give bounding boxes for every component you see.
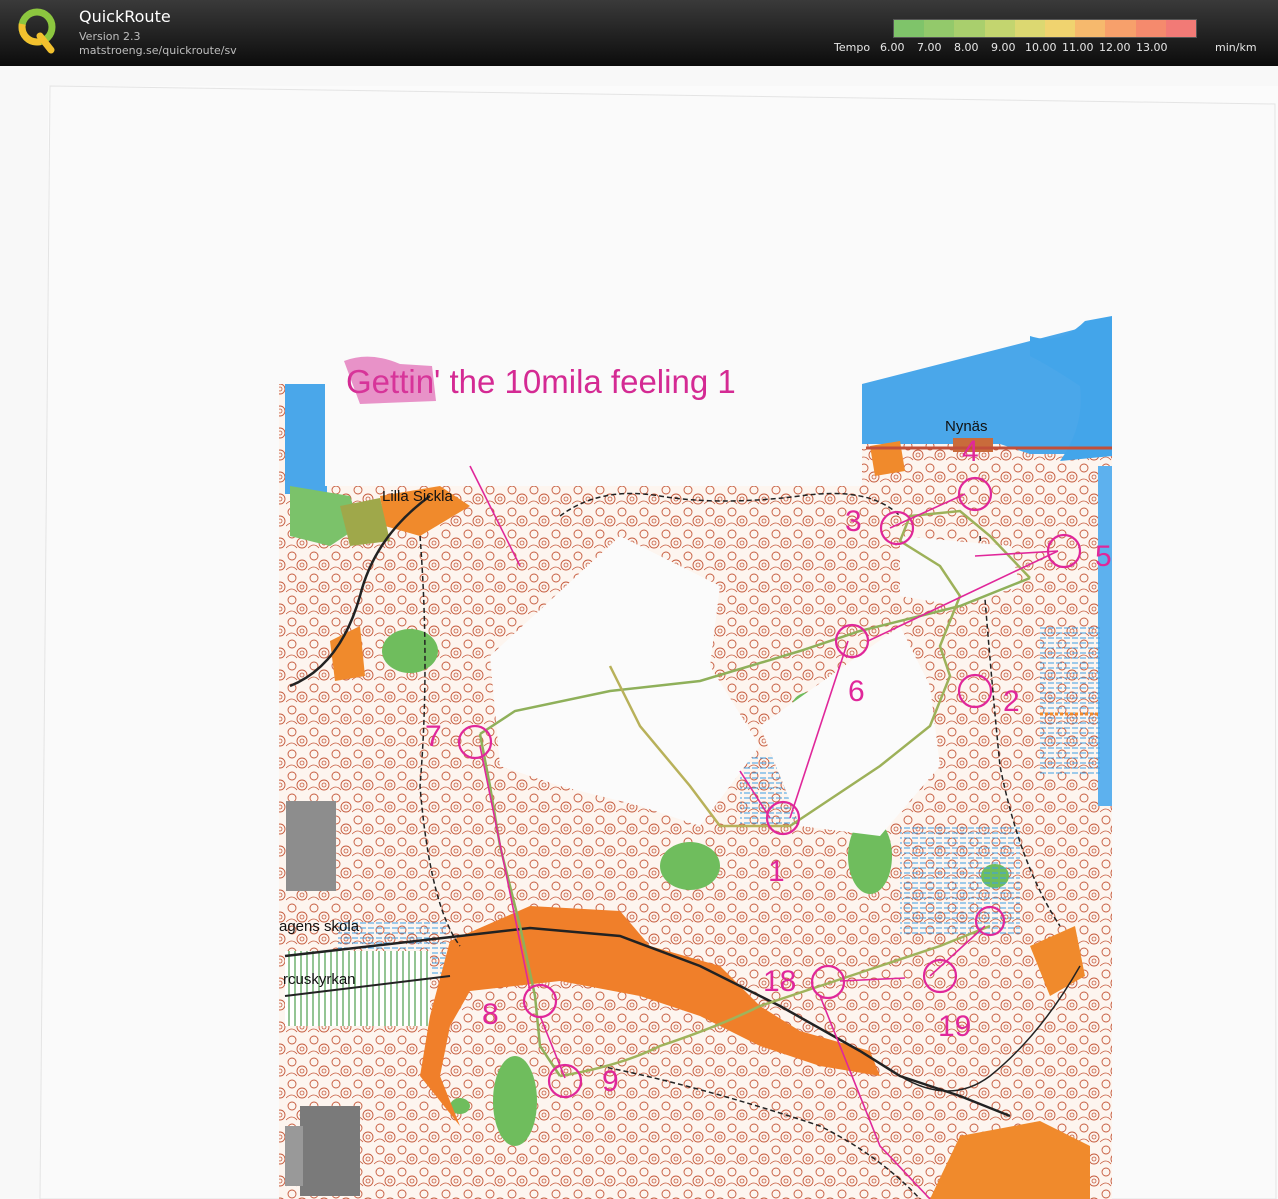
place-name-school: agens skola [279,918,360,935]
place-name-church: rcuskyrkan [283,971,356,988]
tempo-color-scale [893,19,1197,38]
tempo-scale-segment [1014,20,1046,37]
place-name-nynas: Nynäs [945,418,988,435]
tempo-tick: 7.00 [917,41,942,54]
control-number: 18 [763,965,796,998]
tempo-tick: 12.00 [1099,41,1131,54]
tempo-tick: 9.00 [991,41,1016,54]
control-number: 8 [482,998,499,1031]
control-number: 3 [845,505,862,538]
tempo-scale-segment [924,20,955,37]
app-header: QuickRoute Version 2.3 matstroeng.se/qui… [0,0,1278,66]
buildings [286,801,336,891]
control-number: 19 [938,1010,971,1043]
tempo-scale-segment [1135,20,1166,37]
tempo-scale-segment [1105,20,1136,37]
control-number: 2 [1003,685,1020,718]
control-number: 1 [768,855,785,888]
app-version: Version 2.3 [79,30,141,43]
control-number: 7 [425,720,442,753]
tempo-tick: 8.00 [954,41,979,54]
tempo-scale-segment [1165,20,1197,37]
app-name: QuickRoute [79,7,171,26]
orienteering-map[interactable]: 1 2 3 4 5 6 7 8 9 18 19 Gettin' the 10mi… [0,66,1278,1199]
tempo-tick: 13.00 [1136,41,1168,54]
control-number: 6 [848,675,865,708]
tempo-scale-segment [984,20,1015,37]
tempo-tick: 6.00 [880,41,905,54]
control-number: 9 [602,1065,619,1098]
tempo-unit: min/km [1215,41,1257,54]
tempo-scale-segment [1045,20,1076,37]
tempo-scale-segment [954,20,985,37]
tempo-tick: 11.00 [1062,41,1094,54]
tempo-tick: 10.00 [1025,41,1057,54]
control-number: 5 [1095,540,1112,573]
control-number: 4 [962,435,979,468]
tempo-scale-segment [1075,20,1106,37]
tempo-label: Tempo [834,41,871,54]
app-url: matstroeng.se/quickroute/sv [79,44,237,57]
quickroute-logo-icon [18,8,56,54]
place-name-lilla-sickla: Lilla Sickla [382,488,454,505]
tempo-scale-segment [894,20,925,37]
field-area [285,951,430,1026]
